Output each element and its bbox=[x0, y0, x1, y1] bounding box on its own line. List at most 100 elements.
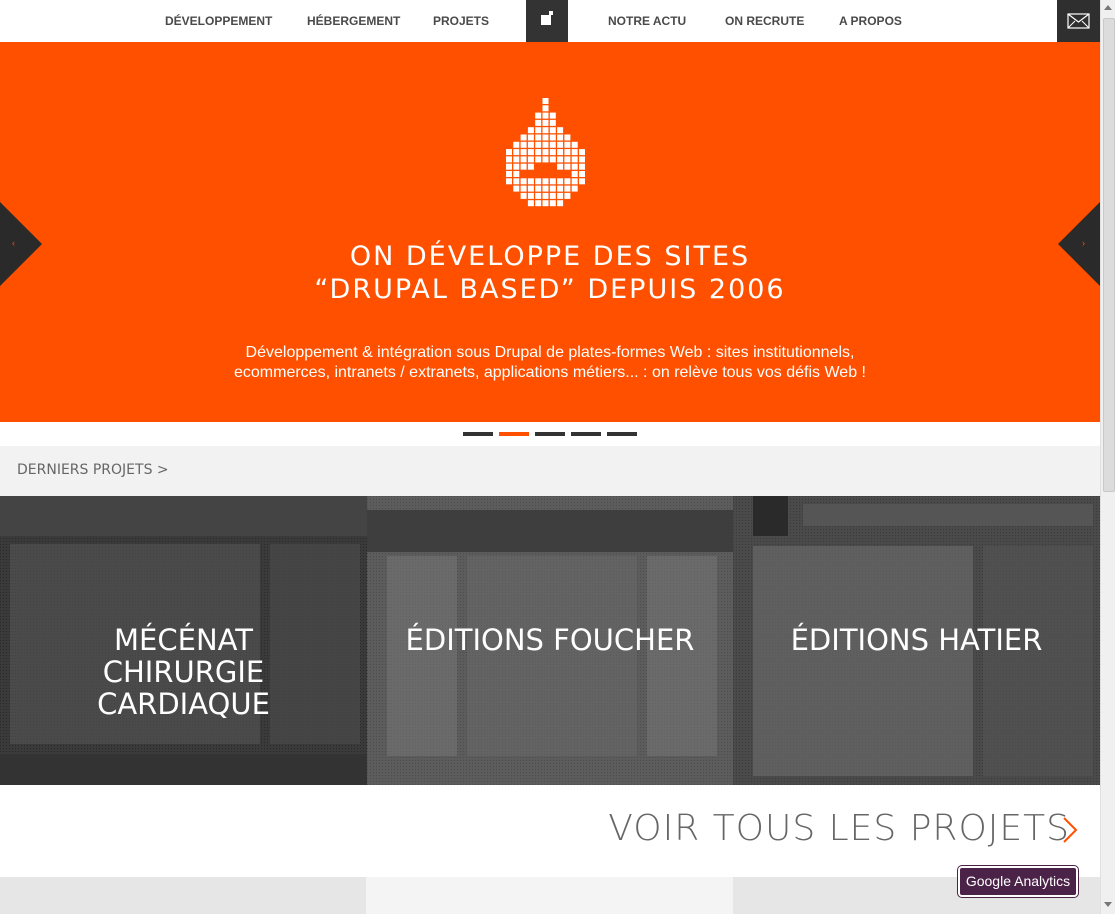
logo-pixel bbox=[520, 192, 527, 199]
project-label-line: ÉDITIONS HATIER bbox=[790, 623, 1043, 657]
logo-pixel bbox=[506, 171, 512, 177]
logo-pixel bbox=[542, 134, 549, 141]
logo-pixel bbox=[535, 119, 542, 126]
slider-dot-4[interactable] bbox=[571, 432, 601, 436]
logo-pixel bbox=[520, 134, 527, 141]
project-tile-hatier[interactable]: ÉDITIONS HATIER bbox=[733, 496, 1100, 785]
logo-pixel bbox=[549, 185, 556, 192]
logo-pixel bbox=[571, 171, 578, 177]
logo-pixel bbox=[506, 156, 512, 163]
hero-description-line1: Développement & intégration sous Drupal … bbox=[245, 344, 855, 361]
project-label-line: ÉDITIONS FOUCHER bbox=[405, 623, 695, 657]
logo-pixel bbox=[527, 156, 534, 163]
logo-pixel bbox=[542, 98, 549, 104]
chevron-right-icon[interactable] bbox=[1062, 817, 1078, 843]
logo-pixel bbox=[564, 149, 571, 156]
logo-pixel bbox=[535, 192, 542, 199]
slider-dot-5[interactable] bbox=[607, 432, 637, 436]
next-row-tile bbox=[0, 877, 366, 914]
logo-pixel bbox=[549, 112, 556, 119]
logo-dot-icon bbox=[549, 11, 553, 15]
logo-pixel bbox=[527, 134, 534, 141]
logo-pixel bbox=[549, 127, 556, 134]
logo-pixel bbox=[542, 112, 549, 119]
logo-pixel bbox=[535, 127, 542, 134]
derniers-projets-link[interactable]: DERNIERS PROJETS > bbox=[17, 462, 169, 478]
hero-title-line2: “DRUPAL BASED” DEPUIS 2006 bbox=[314, 274, 786, 305]
logo-pixel bbox=[513, 185, 520, 192]
nav-developpement[interactable]: DÉVELOPPEMENT bbox=[165, 0, 272, 42]
logo-pixel bbox=[513, 171, 520, 177]
logo-pixel bbox=[542, 178, 549, 185]
top-navigation: DÉVELOPPEMENT HÉBERGEMENT PROJETS NOTRE … bbox=[0, 0, 1100, 42]
logo-pixel bbox=[535, 141, 542, 148]
logo-pixel bbox=[527, 192, 534, 199]
logo-pixel bbox=[557, 178, 564, 185]
project-tile-mecenat[interactable]: MÉCÉNAT CHIRURGIE CARDIAQUE bbox=[0, 496, 367, 785]
logo-pixel bbox=[549, 192, 556, 199]
logo-pixel bbox=[535, 178, 542, 185]
logo-pixel bbox=[557, 185, 564, 192]
slider-dot-3[interactable] bbox=[535, 432, 565, 436]
logo-pixel bbox=[535, 200, 542, 207]
logo-pixel bbox=[527, 200, 534, 207]
slider-dot-1[interactable] bbox=[463, 432, 493, 436]
logo-pixel bbox=[564, 192, 571, 199]
logo-pixel bbox=[571, 185, 578, 192]
project-label-line: MÉCÉNAT bbox=[114, 623, 253, 657]
logo-pixel bbox=[564, 178, 571, 185]
logo-pixel bbox=[557, 200, 564, 207]
logo-pixel bbox=[564, 185, 571, 192]
voir-tous-les-projets-link[interactable]: VOIR TOUS LES PROJETS bbox=[608, 808, 1070, 849]
slider-dot-2[interactable] bbox=[499, 432, 529, 436]
scroll-down-icon[interactable] bbox=[1104, 902, 1112, 907]
hero-description-line2: ecommerces, intranets / extranets, appli… bbox=[234, 364, 866, 381]
home-logo-button[interactable] bbox=[526, 0, 568, 42]
logo-pixel bbox=[542, 141, 549, 148]
logo-pixel bbox=[571, 163, 578, 170]
logo-pixel bbox=[557, 192, 564, 199]
scrollbar-thumb[interactable] bbox=[1103, 18, 1115, 492]
project-tile-label: ÉDITIONS FOUCHER bbox=[367, 624, 733, 656]
logo-pixel bbox=[542, 119, 549, 126]
logo-pixel bbox=[549, 156, 556, 163]
logo-pixel bbox=[542, 127, 549, 134]
logo-pixel bbox=[557, 141, 564, 148]
logo-pixel bbox=[520, 141, 527, 148]
logo-pixel bbox=[557, 156, 564, 163]
logo-pixel bbox=[542, 192, 549, 199]
logo-pixel bbox=[564, 156, 571, 163]
contact-mail-button[interactable] bbox=[1057, 0, 1100, 42]
logo-pixel bbox=[557, 127, 564, 134]
logo-pixel bbox=[557, 149, 564, 156]
nav-notre-actu[interactable]: NOTRE ACTU bbox=[608, 0, 686, 42]
next-row-tile bbox=[366, 877, 733, 914]
nav-a-propos[interactable]: A PROPOS bbox=[839, 0, 902, 42]
envelope-icon bbox=[1067, 13, 1090, 29]
logo-pixel bbox=[571, 141, 578, 148]
logo-pixel bbox=[542, 200, 549, 207]
logo-pixel bbox=[549, 149, 556, 156]
logo-pixel bbox=[549, 141, 556, 148]
nav-hebergement[interactable]: HÉBERGEMENT bbox=[307, 0, 400, 42]
logo-pixel bbox=[527, 149, 534, 156]
logo-pixel bbox=[564, 141, 571, 148]
logo-pixel bbox=[564, 134, 571, 141]
project-tile-foucher[interactable]: ÉDITIONS FOUCHER bbox=[367, 496, 733, 785]
logo-pixel bbox=[535, 112, 542, 119]
logo-pixel bbox=[520, 163, 527, 170]
scroll-up-icon[interactable] bbox=[1104, 5, 1112, 10]
logo-pixel bbox=[579, 149, 585, 156]
logo-pixel bbox=[549, 119, 556, 126]
logo-pixel bbox=[513, 156, 520, 163]
logo-pixel bbox=[542, 149, 549, 156]
google-analytics-button[interactable]: Google Analytics bbox=[958, 866, 1078, 897]
logo-pixel bbox=[527, 185, 534, 192]
vertical-scrollbar[interactable] bbox=[1100, 0, 1115, 914]
logo-pixel bbox=[527, 163, 534, 170]
nav-on-recrute[interactable]: ON RECRUTE bbox=[725, 0, 804, 42]
logo-pixel bbox=[513, 178, 520, 185]
nav-projets[interactable]: PROJETS bbox=[433, 0, 489, 42]
logo-pixel bbox=[535, 134, 542, 141]
project-tile-label: MÉCÉNAT CHIRURGIE CARDIAQUE bbox=[0, 624, 367, 720]
